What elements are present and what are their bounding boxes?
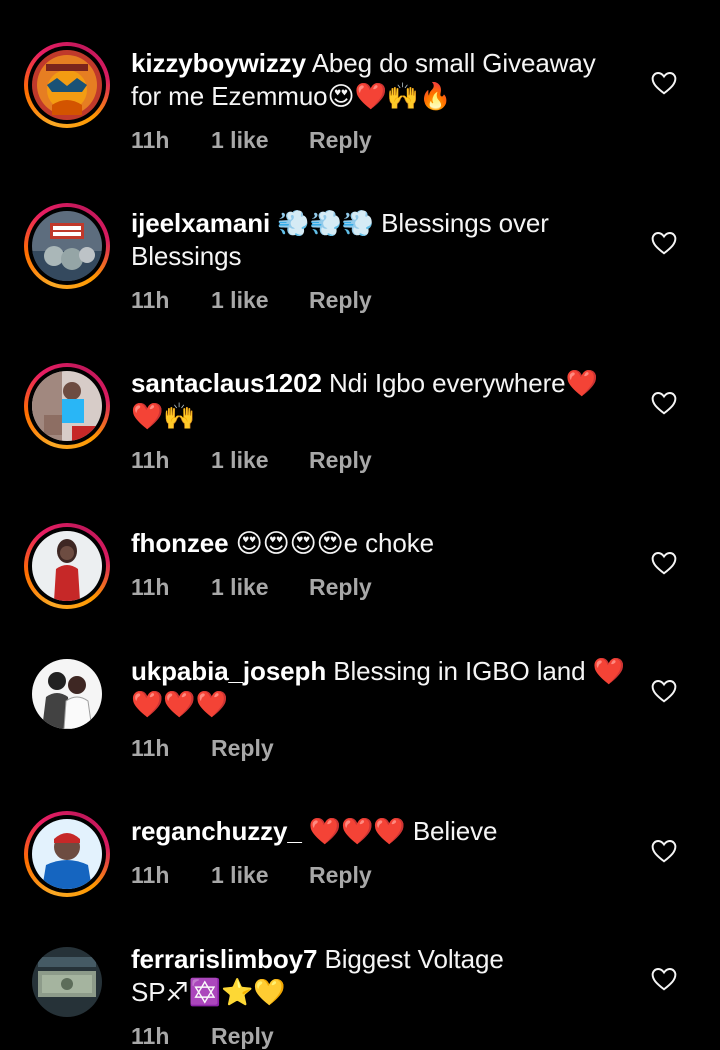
comment-time: 11h [131,127,170,153]
avatar-image [32,371,102,441]
comment-username[interactable]: santaclaus1202 [131,368,322,398]
comment-time: 11h [131,735,170,761]
comment-username[interactable]: kizzyboywizzy [131,48,306,78]
comment-likes[interactable]: 1 like [211,862,309,889]
comment-likes[interactable]: 1 like [211,574,309,601]
heart-outline-icon[interactable] [651,839,677,863]
comment-likes[interactable]: 1 like [211,127,309,154]
comment-username[interactable]: reganchuzzy_ [131,816,302,846]
reply-button[interactable]: Reply [309,447,372,474]
avatar-image [32,211,102,281]
avatar-image [32,947,102,1017]
comment-likes[interactable]: 1 like [211,447,309,474]
comment-time: 11h [131,287,170,313]
comment-time: 11h [131,862,170,888]
avatar[interactable] [24,523,110,609]
heart-outline-icon[interactable] [651,679,677,703]
avatar[interactable] [24,42,110,128]
avatar[interactable] [24,651,110,737]
avatar[interactable] [24,811,110,897]
reply-button[interactable]: Reply [211,735,274,762]
comment-username[interactable]: fhonzee [131,528,229,558]
reply-button[interactable]: Reply [309,574,372,601]
comment-time: 11h [131,574,170,600]
comment-username[interactable]: ukpabia_joseph [131,656,326,686]
comment-time: 11h [131,447,170,473]
heart-outline-icon[interactable] [651,391,677,415]
heart-outline-icon[interactable] [651,231,677,255]
avatar[interactable] [24,939,110,1025]
avatar[interactable] [24,363,110,449]
comment-text: 😍😍😍😍e choke [235,528,435,558]
comment-text: ❤️❤️❤️ Believe [308,816,498,846]
reply-button[interactable]: Reply [309,127,372,154]
avatar[interactable] [24,203,110,289]
reply-button[interactable]: Reply [211,1023,274,1050]
comment-username[interactable]: ferrarislimboy7 [131,944,317,974]
heart-outline-icon[interactable] [651,551,677,575]
avatar-image [32,659,102,729]
reply-button[interactable]: Reply [309,287,372,314]
heart-outline-icon[interactable] [651,71,677,95]
heart-outline-icon[interactable] [651,967,677,991]
avatar-image [32,50,102,120]
avatar-image [32,531,102,601]
reply-button[interactable]: Reply [309,862,372,889]
comment-time: 11h [131,1023,170,1049]
comment-username[interactable]: ijeelxamani [131,208,270,238]
comment-likes[interactable]: 1 like [211,287,309,314]
avatar-image [32,819,102,889]
